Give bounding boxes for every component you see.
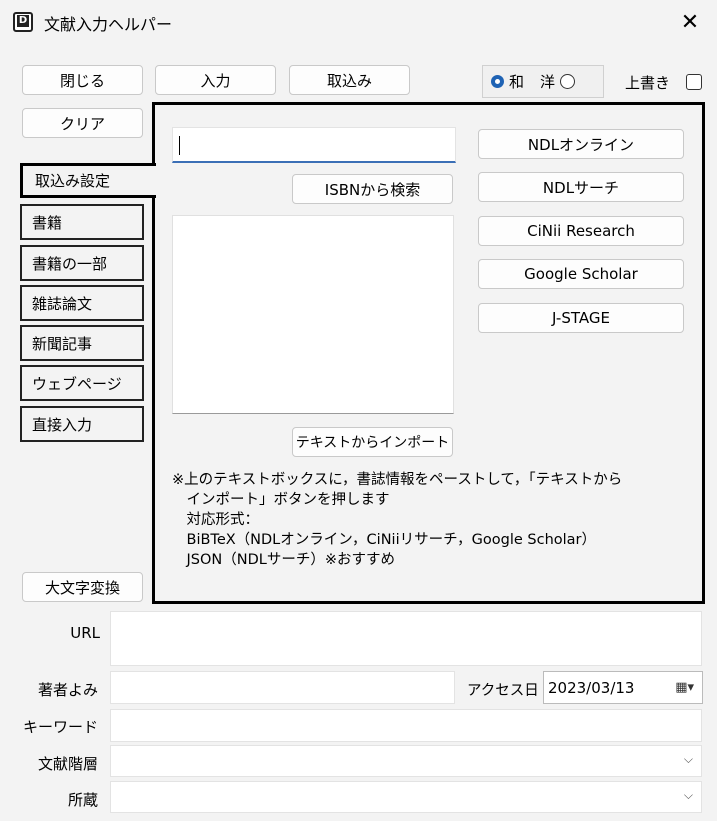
keyword-label: キーワード	[22, 718, 98, 736]
window-title: 文献入力ヘルパー	[44, 15, 173, 34]
hierarchy-select[interactable]: ⌵	[110, 745, 702, 777]
tab-book[interactable]: 書籍	[20, 204, 144, 240]
text-import-button[interactable]: テキストからインポート	[292, 427, 453, 457]
ndl-search-button[interactable]: NDLサーチ	[478, 172, 684, 202]
radio-en-label[interactable]: 洋	[540, 71, 555, 92]
keyword-input[interactable]	[110, 709, 702, 742]
text-caret	[179, 136, 180, 155]
isbn-search-button[interactable]: ISBNから検索	[292, 174, 453, 204]
url-label: URL	[70, 624, 100, 642]
overwrite-checkbox[interactable]	[686, 74, 702, 90]
holding-select[interactable]: ⌵	[110, 781, 702, 813]
isbn-input[interactable]	[172, 127, 456, 163]
input-button[interactable]: 入力	[155, 65, 276, 95]
chevron-down-icon[interactable]: ⌵	[684, 752, 693, 767]
holding-label: 所蔵	[67, 791, 98, 809]
import-instructions: ※上のテキストボックスに，書誌情報をペーストして，「テキストから インポート」ボ…	[172, 472, 623, 568]
language-radio-group: 和 洋	[482, 65, 604, 98]
access-date-label: アクセス日	[467, 683, 539, 699]
url-input[interactable]	[110, 611, 702, 666]
author-reading-input[interactable]	[110, 671, 455, 704]
tab-import-settings[interactable]: 取込み設定	[20, 163, 156, 198]
radio-ja[interactable]	[491, 75, 504, 88]
j-stage-button[interactable]: J-STAGE	[478, 303, 684, 333]
tab-journal-article[interactable]: 雑誌論文	[20, 285, 144, 321]
uppercase-convert-button[interactable]: 大文字変換	[22, 572, 143, 602]
access-date-picker[interactable]: 2023/03/13 ▦▾	[543, 671, 703, 704]
bibliographic-paste-textbox[interactable]	[172, 215, 454, 414]
calendar-icon[interactable]: ▦▾	[675, 680, 694, 695]
ndl-online-button[interactable]: NDLオンライン	[478, 129, 684, 159]
chevron-down-icon[interactable]: ⌵	[684, 788, 693, 803]
author-reading-label: 著者よみ	[37, 681, 98, 699]
tab-webpage[interactable]: ウェブページ	[20, 365, 144, 401]
close-button[interactable]: 閉じる	[22, 65, 143, 95]
radio-ja-label[interactable]: 和	[509, 71, 524, 92]
hierarchy-label: 文献階層	[37, 755, 98, 773]
google-scholar-button[interactable]: Google Scholar	[478, 259, 684, 289]
tab-book-part[interactable]: 書籍の一部	[20, 245, 144, 281]
close-icon[interactable]: ✕	[676, 10, 704, 36]
radio-en[interactable]	[560, 74, 576, 89]
clear-button[interactable]: クリア	[22, 108, 143, 138]
tab-newspaper[interactable]: 新聞記事	[20, 325, 144, 361]
app-icon: D	[13, 12, 33, 32]
overwrite-label: 上書き	[625, 74, 671, 92]
tab-direct-input[interactable]: 直接入力	[20, 406, 144, 442]
import-button[interactable]: 取込み	[289, 65, 410, 95]
cinii-research-button[interactable]: CiNii Research	[478, 216, 684, 246]
